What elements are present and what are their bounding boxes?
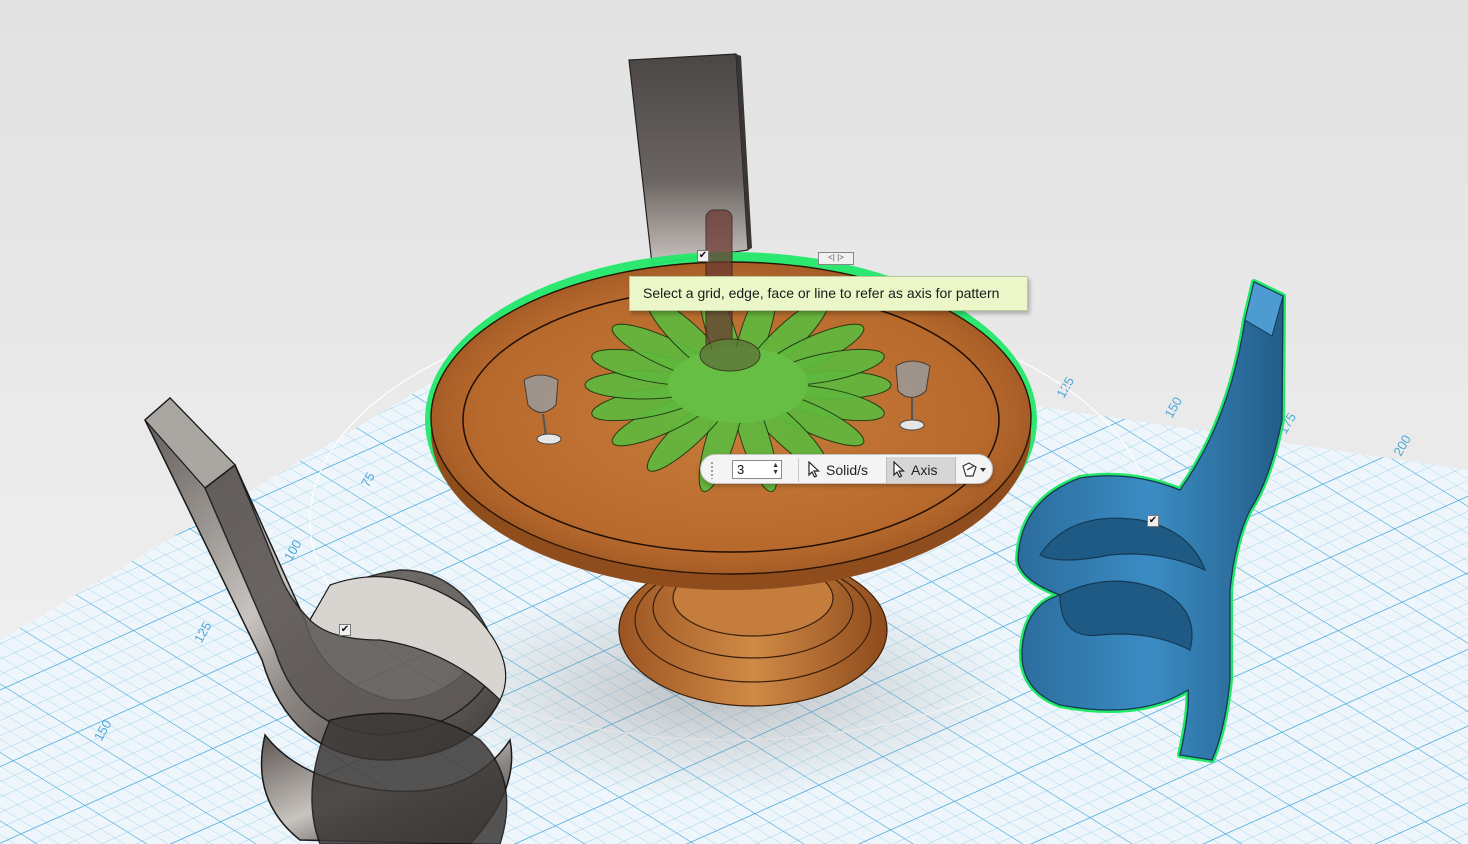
3d-viewport[interactable]: 75 100 125 150 125 150 175 200 <| |> ✔ ✔… (0, 0, 1468, 844)
axis-select-button[interactable]: Axis (886, 457, 956, 483)
snap-dropdown-icon (962, 462, 986, 477)
cursor-arrow-icon (808, 461, 820, 478)
toolbar-grip[interactable] (710, 461, 714, 479)
check-icon[interactable]: ✔ (339, 624, 351, 636)
pattern-nav-arrows[interactable]: <| |> (818, 252, 854, 265)
solids-label: Solid/s (826, 462, 869, 478)
count-stepper[interactable]: 3 ▲ ▼ (732, 460, 782, 479)
check-icon[interactable]: ✔ (1147, 515, 1159, 527)
pattern-toolbar: 3 ▲ ▼ Solid/s Axis (700, 454, 993, 484)
axis-label: Axis (911, 462, 938, 478)
snap-dropdown[interactable] (959, 458, 991, 482)
axis-tooltip: Select a grid, edge, face or line to ref… (629, 276, 1028, 311)
solids-select-button[interactable]: Solid/s (802, 457, 886, 483)
cursor-arrow-icon (893, 461, 905, 478)
check-icon[interactable]: ✔ (697, 250, 709, 262)
count-value[interactable]: 3 (737, 462, 744, 477)
stepper-arrows-icon[interactable]: ▲ ▼ (772, 462, 779, 476)
scene-canvas[interactable]: 75 100 125 150 125 150 175 200 (0, 0, 1468, 844)
toolbar-divider (798, 458, 799, 482)
